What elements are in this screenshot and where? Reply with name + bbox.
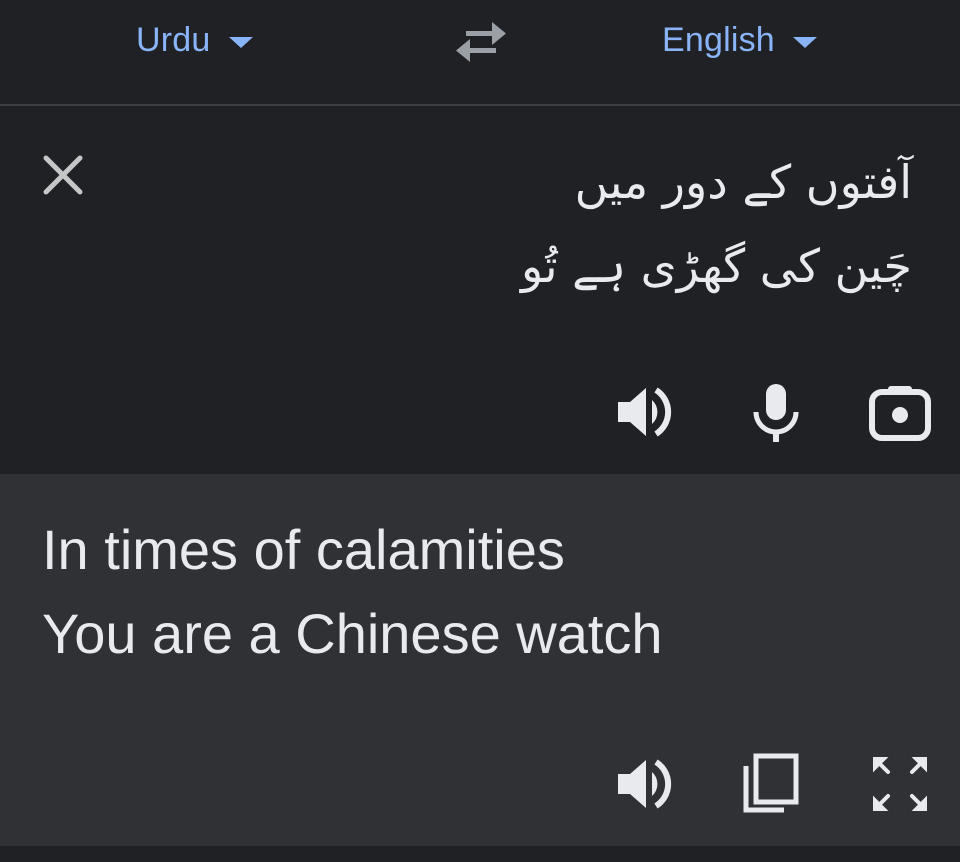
- clear-text-button[interactable]: [38, 150, 88, 200]
- camera-icon: [869, 386, 931, 441]
- fullscreen-button[interactable]: [868, 752, 932, 816]
- source-language-label: Urdu: [136, 20, 211, 59]
- speaker-icon: [618, 387, 672, 437]
- swap-languages-button[interactable]: [452, 20, 510, 64]
- source-language-selector[interactable]: Urdu: [136, 18, 253, 62]
- translation-line: You are a Chinese watch: [42, 602, 663, 665]
- copy-icon: [743, 753, 799, 813]
- bottom-border: [0, 846, 960, 862]
- microphone-button[interactable]: [744, 380, 808, 444]
- copy-button[interactable]: [740, 752, 804, 816]
- close-icon: [43, 155, 83, 195]
- target-language-selector[interactable]: English: [662, 18, 817, 62]
- chevron-down-icon: [792, 36, 817, 48]
- translation-text: In times of calamities You are a Chinese…: [42, 508, 663, 676]
- speaker-icon: [618, 759, 672, 809]
- swap-arrows-icon: [456, 22, 506, 62]
- listen-translation-button[interactable]: [612, 752, 676, 816]
- camera-button[interactable]: [868, 380, 932, 444]
- source-line: آفتوں کے دور میں: [574, 155, 912, 209]
- language-bar: Urdu English: [0, 0, 960, 104]
- chevron-down-icon: [228, 36, 253, 48]
- microphone-icon: [753, 384, 799, 442]
- translation-line: In times of calamities: [42, 518, 565, 581]
- source-line: چَین کی گھڑی ہے تُو: [520, 239, 912, 293]
- source-text[interactable]: آفتوں کے دور میں چَین کی گھڑی ہے تُو: [292, 140, 912, 308]
- fullscreen-icon: [873, 757, 927, 811]
- target-language-label: English: [662, 20, 775, 59]
- listen-source-button[interactable]: [612, 380, 676, 444]
